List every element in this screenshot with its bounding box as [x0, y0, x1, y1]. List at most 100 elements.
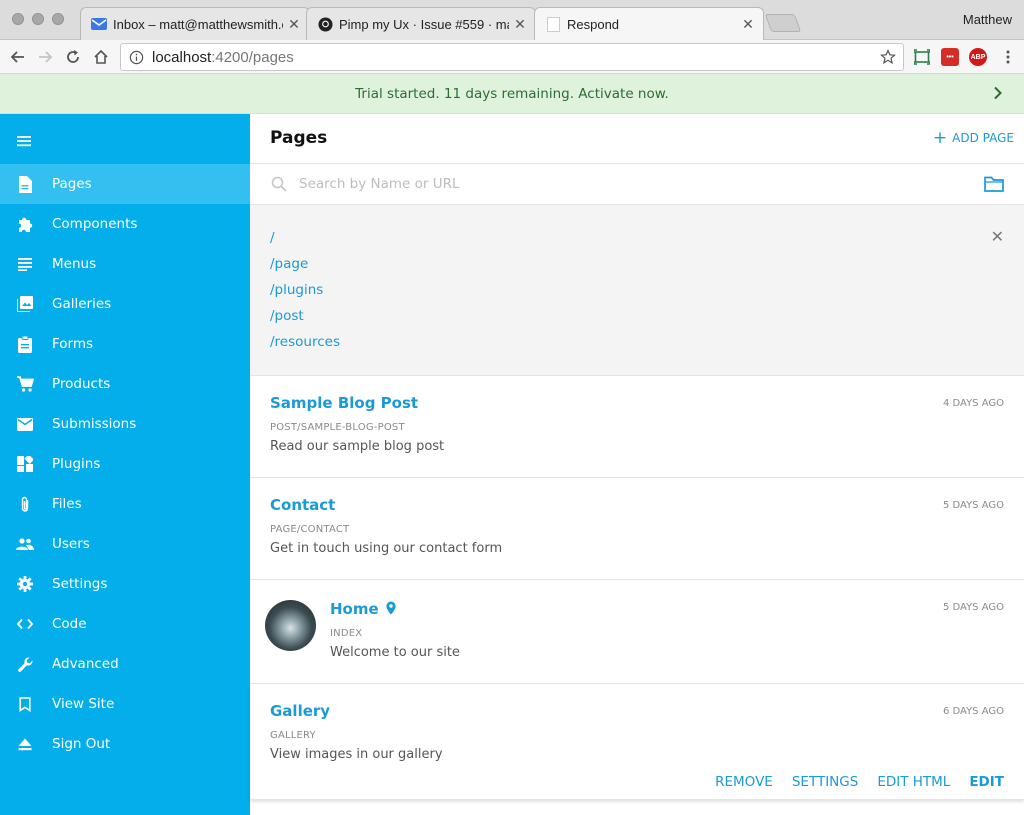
add-page-label: ADD PAGE — [952, 131, 1014, 145]
sidebar-item-label: Forms — [52, 336, 94, 352]
tab-close-icon[interactable]: ✕ — [513, 16, 527, 33]
sidebar-item-settings[interactable]: Settings — [0, 564, 250, 604]
gear-icon — [16, 575, 34, 593]
sidebar-item-view-site[interactable]: View Site — [0, 684, 250, 724]
reload-icon — [67, 50, 79, 63]
more-vertical-icon — [1006, 50, 1010, 64]
path-link-resources[interactable]: /resources — [270, 334, 340, 350]
sidebar-item-submissions[interactable]: Submissions — [0, 404, 250, 444]
sidebar-item-plugins[interactable]: Plugins — [0, 444, 250, 484]
browser-tab-inbox[interactable]: Inbox – matt@matthewsmith.c ✕ — [80, 7, 310, 40]
remove-button[interactable]: REMOVE — [715, 774, 773, 790]
hamburger-menu-icon[interactable] — [16, 132, 34, 150]
back-button[interactable] — [7, 46, 29, 68]
sidebar-item-files[interactable]: Files — [0, 484, 250, 524]
url-host: localhost — [152, 48, 212, 66]
main-content: Pages + ADD PAGE / /page /plugins /post … — [250, 114, 1024, 815]
home-button[interactable] — [90, 46, 112, 68]
sidebar-item-menus[interactable]: Menus — [0, 244, 250, 284]
browser-toolbar: localhost:4200/pages ••• ABP — [0, 40, 1024, 74]
list-item[interactable]: Contact PAGE/CONTACT Get in touch using … — [250, 478, 1024, 580]
code-icon — [16, 615, 34, 633]
adblock-icon[interactable]: ABP — [969, 48, 987, 66]
maximize-window-button[interactable] — [52, 13, 64, 25]
url-path: :4200/pages — [211, 48, 294, 66]
arrow-right-icon — [39, 51, 53, 63]
close-window-button[interactable] — [12, 13, 24, 25]
sidebar-item-forms[interactable]: Forms — [0, 324, 250, 364]
close-icon[interactable]: ✕ — [991, 227, 1004, 247]
lastpass-icon[interactable]: ••• — [941, 48, 959, 66]
page-item-title[interactable]: Sample Blog Post — [270, 394, 418, 412]
sidebar-item-label: Submissions — [52, 416, 137, 432]
sidebar-item-code[interactable]: Code — [0, 604, 250, 644]
mail-icon — [91, 16, 107, 32]
sidebar-item-pages[interactable]: Pages — [0, 164, 250, 204]
puzzle-icon — [16, 215, 34, 233]
home-icon — [94, 49, 108, 64]
sidebar-item-users[interactable]: Users — [0, 524, 250, 564]
address-bar[interactable]: localhost:4200/pages — [120, 43, 904, 71]
sidebar-item-label: Users — [52, 536, 90, 552]
new-tab-button[interactable] — [764, 14, 802, 32]
page-item-title[interactable]: Gallery — [270, 702, 330, 720]
page-item-time: 5 DAYS AGO — [942, 602, 1004, 613]
sidebar-item-label: Sign Out — [52, 736, 111, 752]
browser-tab-respond[interactable]: Respond ✕ — [534, 7, 764, 41]
sidebar-item-sign-out[interactable]: Sign Out — [0, 724, 250, 764]
page-item-title[interactable]: Home — [330, 600, 379, 618]
dashboard-icon — [16, 455, 34, 473]
tab-title: Respond — [567, 17, 620, 32]
sidebar-item-components[interactable]: Components — [0, 204, 250, 244]
add-page-button[interactable]: + ADD PAGE — [932, 128, 1014, 148]
chevron-right-icon[interactable] — [990, 85, 1006, 101]
forward-button[interactable] — [34, 46, 56, 68]
sidebar-item-label: Pages — [52, 176, 92, 192]
edit-html-button[interactable]: EDIT HTML — [877, 774, 950, 790]
sidebar-item-galleries[interactable]: Galleries — [0, 284, 250, 324]
list-item[interactable]: Home INDEX Welcome to our site 5 DAYS AG… — [250, 580, 1024, 684]
screenshot-extension[interactable] — [911, 46, 933, 68]
browser-menu-button[interactable] — [997, 46, 1019, 68]
browser-tab-github[interactable]: Pimp my Ux · Issue #559 · mad ✕ — [306, 7, 536, 40]
page-item-url: INDEX — [330, 628, 363, 639]
reload-button[interactable] — [62, 46, 84, 68]
tab-close-icon[interactable]: ✕ — [741, 16, 755, 33]
sidebar: Pages Components Menus Galleries Forms P… — [0, 114, 250, 815]
page-item-description: Get in touch using our contact form — [270, 541, 503, 556]
sidebar-item-label: View Site — [52, 696, 115, 712]
wrench-icon — [16, 655, 34, 673]
tab-close-icon[interactable]: ✕ — [287, 16, 301, 33]
folder-icon[interactable] — [984, 175, 1004, 193]
page-item-actions: REMOVE SETTINGS EDIT HTML EDIT — [696, 774, 1004, 790]
page-item-title[interactable]: Contact — [270, 496, 335, 514]
sidebar-item-advanced[interactable]: Advanced — [0, 644, 250, 684]
sidebar-item-products[interactable]: Products — [0, 364, 250, 404]
list-item[interactable]: Gallery GALLERY View images in our galle… — [250, 684, 1024, 800]
plus-icon: + — [932, 128, 948, 148]
path-link-post[interactable]: /post — [270, 308, 304, 324]
search-input[interactable] — [299, 176, 949, 192]
path-link-root[interactable]: / — [270, 230, 275, 246]
clipboard-icon — [16, 335, 34, 353]
blank-page-icon — [545, 17, 561, 33]
list-item[interactable]: Sample Blog Post POST/SAMPLE-BLOG-POST R… — [250, 376, 1024, 478]
trial-banner[interactable]: Trial started. 11 days remaining. Activa… — [0, 74, 1024, 114]
page-item-url: PAGE/CONTACT — [270, 524, 350, 535]
info-icon — [129, 50, 144, 64]
settings-button[interactable]: SETTINGS — [792, 774, 858, 790]
star-icon — [880, 49, 896, 65]
sidebar-item-label: Settings — [52, 576, 108, 592]
page-item-url: GALLERY — [270, 730, 316, 741]
path-link-page[interactable]: /page — [270, 256, 308, 272]
page-item-description: View images in our gallery — [270, 747, 443, 762]
path-link-plugins[interactable]: /plugins — [270, 282, 323, 298]
page-item-description: Read our sample blog post — [270, 439, 445, 454]
sidebar-item-label: Plugins — [52, 456, 101, 472]
profile-name[interactable]: Matthew — [963, 12, 1012, 27]
page-icon — [16, 175, 34, 193]
eject-icon — [16, 735, 34, 753]
path-filter-panel: / /page /plugins /post /resources ✕ — [250, 205, 1024, 376]
edit-button[interactable]: EDIT — [969, 774, 1004, 790]
minimize-window-button[interactable] — [32, 13, 44, 25]
